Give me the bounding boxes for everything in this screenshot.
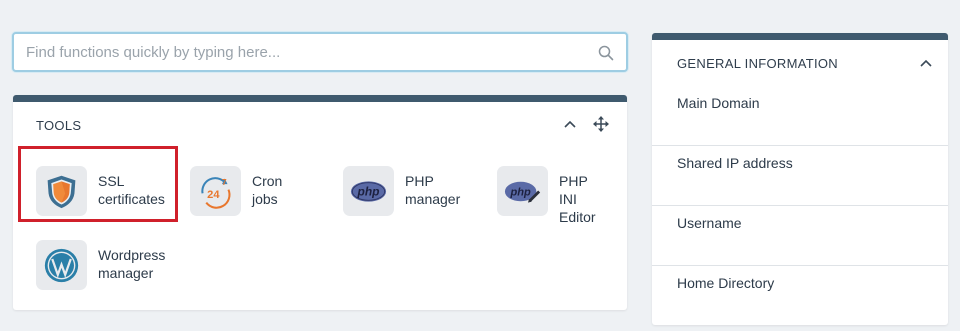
info-row-shared-ip: Shared IP address (652, 146, 948, 206)
chevron-up-icon[interactable] (563, 118, 577, 130)
info-label: Username (677, 215, 742, 231)
php-ini-editor-icon: php (504, 181, 541, 203)
info-title: GENERAL INFORMATION (677, 56, 838, 71)
tool-icon-box (36, 240, 87, 290)
move-icon[interactable] (593, 116, 609, 132)
ssl-highlight-box (18, 146, 178, 222)
search-input[interactable] (14, 34, 586, 70)
info-label: Home Directory (677, 275, 775, 291)
info-row-username: Username (652, 206, 948, 266)
info-panel-bar (652, 33, 948, 40)
tool-label: PHP INI Editor (559, 173, 596, 225)
svg-text:php: php (356, 185, 379, 199)
tool-label: Wordpress manager (98, 247, 166, 281)
svg-text:24: 24 (207, 189, 220, 201)
search-box[interactable] (12, 32, 628, 72)
search-icon[interactable] (598, 45, 614, 61)
tool-icon-box: php (343, 166, 394, 216)
tools-panel-bar (13, 95, 627, 102)
info-label: Main Domain (677, 95, 760, 111)
info-label: Shared IP address (677, 155, 793, 171)
svg-text:php: php (509, 187, 531, 199)
info-row-main-domain: Main Domain (652, 88, 948, 146)
cron-jobs-icon: 24 7 (201, 177, 231, 209)
general-information-panel: GENERAL INFORMATION Main Domain Shared I… (652, 33, 948, 325)
chevron-up-icon[interactable] (919, 57, 933, 69)
svg-text:7: 7 (222, 177, 227, 187)
php-icon: php (350, 181, 387, 202)
tools-title: TOOLS (36, 118, 82, 133)
tool-label: Cron jobs (252, 173, 283, 207)
tool-label: PHP manager (405, 173, 461, 207)
info-row-home-directory: Home Directory (652, 266, 948, 325)
tool-icon-box: 24 7 (190, 166, 241, 216)
tool-icon-box: php (497, 166, 548, 216)
wordpress-icon (44, 248, 79, 283)
